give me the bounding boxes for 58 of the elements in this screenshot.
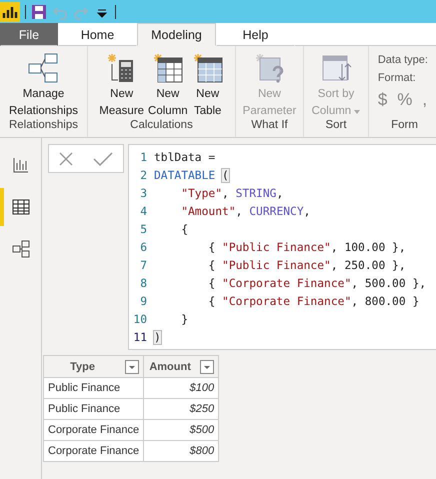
group-label: Form <box>390 119 419 133</box>
line-number: 9 <box>139 294 147 308</box>
table-icon <box>192 52 224 84</box>
table-grid-icon <box>12 199 30 215</box>
table-cell: Public Finance <box>44 378 144 398</box>
cancel-icon[interactable] <box>59 152 73 166</box>
line-number: 11 <box>132 330 147 344</box>
code-line: } <box>180 312 188 326</box>
code-line: tblData = <box>154 150 216 164</box>
code-line: { "Public Finance", 250.00 }, <box>207 258 406 272</box>
table-question-icon <box>254 52 286 84</box>
bar-chart-icon <box>12 157 28 173</box>
group-label: Calculations <box>129 119 194 133</box>
code-line: { "Public Finance", 100.00 }, <box>207 240 406 254</box>
ribbon-button[interactable]: New Table <box>190 50 226 119</box>
filter-dropdown-icon[interactable] <box>125 360 140 374</box>
ribbon-button[interactable]: New Column <box>146 50 190 119</box>
formula-editor[interactable] <box>128 144 436 350</box>
data-type-label[interactable]: Data type: <box>378 54 436 66</box>
code-line: "Amount", CURRENCY, <box>180 204 310 218</box>
line-number: 4 <box>139 204 147 218</box>
line-number: 8 <box>139 276 147 290</box>
app-logo <box>0 2 20 22</box>
format-label[interactable]: Format: <box>378 72 436 84</box>
column-icon <box>152 52 184 84</box>
code-line: "Type", STRING, <box>180 186 284 200</box>
table-cell: $250 <box>144 398 219 420</box>
model-diagram-icon <box>12 240 30 258</box>
code-line: { "Corporate Finance", 500.00 }, <box>207 276 426 290</box>
line-number: 1 <box>139 150 147 164</box>
ribbon-tab[interactable]: Modeling <box>137 23 216 46</box>
filter-dropdown-icon[interactable] <box>200 360 214 374</box>
line-number: 3 <box>139 186 147 200</box>
group-label: What If <box>250 119 289 133</box>
table-cell: $100 <box>144 378 219 398</box>
relationships-icon <box>27 52 60 84</box>
save-icon[interactable] <box>31 4 47 20</box>
group-label: Relationships <box>8 119 80 133</box>
table-cell: $500 <box>144 420 219 440</box>
table-cell: Corporate Finance <box>44 440 144 462</box>
line-number: 10 <box>132 312 147 326</box>
ribbon-button[interactable]: Manage Relationships <box>6 50 80 119</box>
line-number: 7 <box>139 258 147 272</box>
code-line: { "Corporate Finance", 800.00 } <box>207 294 420 308</box>
column-header[interactable]: Type <box>44 356 144 378</box>
file-tab[interactable]: File <box>0 23 58 46</box>
line-number: 5 <box>139 222 147 236</box>
line-number: 6 <box>139 240 147 254</box>
code-line: { <box>180 222 188 236</box>
commit-check-icon[interactable] <box>93 152 113 166</box>
table-cell: Public Finance <box>44 398 144 420</box>
code-line: DATATABLE ( <box>154 168 229 182</box>
line-number: 2 <box>139 168 147 182</box>
ribbon-button[interactable]: New Measure <box>97 50 146 119</box>
table-cell: $800 <box>144 440 219 462</box>
table-cell: Corporate Finance <box>44 420 144 440</box>
group-label: Sort <box>324 119 348 133</box>
column-header[interactable]: Amount <box>144 356 219 378</box>
